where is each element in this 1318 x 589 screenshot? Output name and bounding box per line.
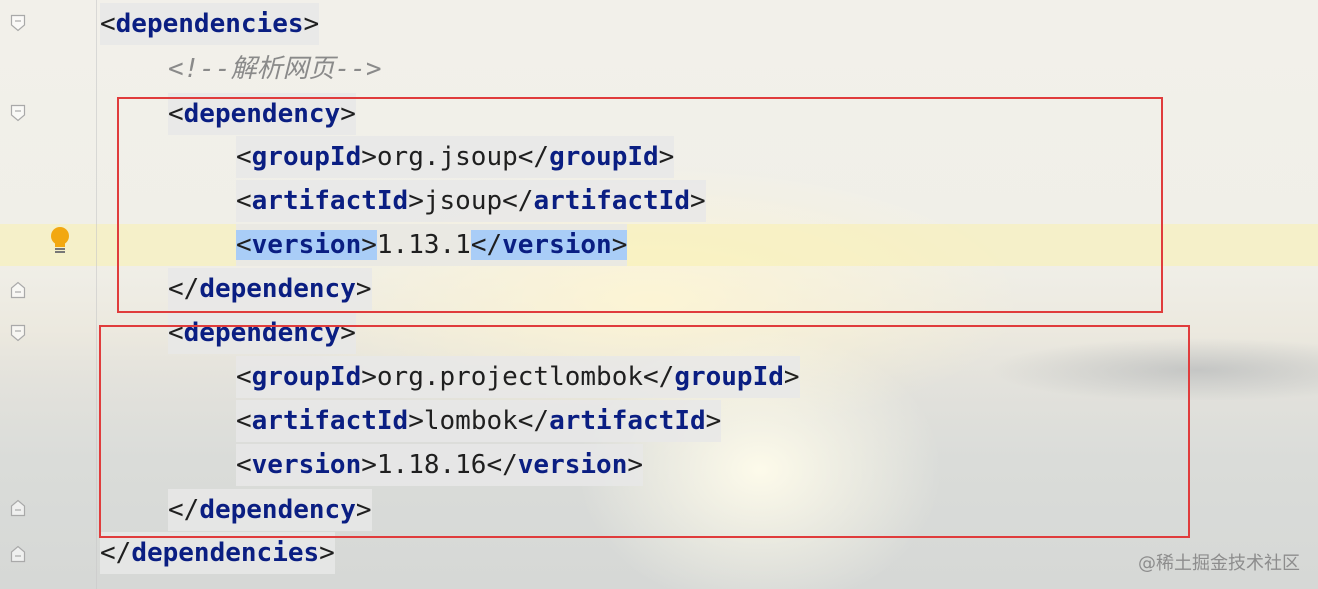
xml-tag-name: dependencies xyxy=(115,9,304,39)
xml-bracket: < xyxy=(100,9,116,39)
code-line: <!--解析网页--> xyxy=(168,47,382,91)
fold-collapse-icon[interactable] xyxy=(10,104,26,122)
gutter-separator xyxy=(96,0,97,589)
code-line: <dependencies> xyxy=(100,2,320,46)
code-line-content: <!--解析网页--> xyxy=(168,54,382,84)
xml-bracket: </ xyxy=(100,538,132,568)
fold-collapse-icon[interactable] xyxy=(10,14,26,32)
highlight-box-jsoup xyxy=(117,97,1163,313)
xml-comment: <!--解析网页--> xyxy=(168,54,382,84)
lightbulb-icon[interactable] xyxy=(48,226,72,256)
xml-tag-name: dependencies xyxy=(131,538,320,568)
fold-end-icon[interactable] xyxy=(10,499,26,517)
code-line-content: <dependencies> xyxy=(100,3,320,45)
fold-end-icon[interactable] xyxy=(10,281,26,299)
code-line-content: </dependencies> xyxy=(100,532,335,574)
fold-collapse-icon[interactable] xyxy=(10,324,26,342)
xml-bracket: > xyxy=(319,538,335,568)
watermark: @稀土掘金技术社区 xyxy=(1138,553,1300,574)
xml-bracket: > xyxy=(303,9,320,39)
fold-end-icon[interactable] xyxy=(10,545,26,563)
highlight-box-lombok xyxy=(99,325,1190,538)
